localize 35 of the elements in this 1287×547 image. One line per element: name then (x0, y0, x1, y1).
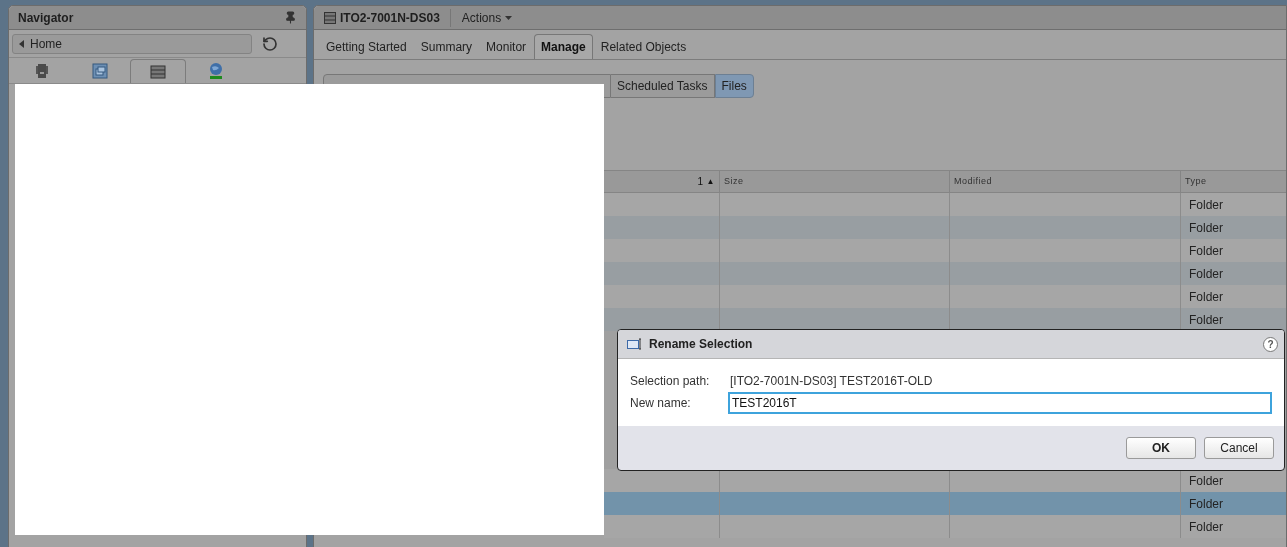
view-tab[interactable]: Related Objects (594, 34, 693, 59)
table-row[interactable]: Folder (604, 216, 1286, 239)
column-header[interactable]: Modified (950, 171, 1181, 192)
actions-menu[interactable]: Actions (461, 8, 513, 27)
table-cell-text: Folder (1189, 472, 1223, 490)
column-header[interactable]: Size (720, 171, 950, 192)
table-cell-text: Folder (1189, 196, 1223, 214)
table-row[interactable]: Folder (604, 492, 1286, 515)
table-cell-text: Folder (1189, 288, 1223, 306)
table-cell-text: Folder (1189, 311, 1223, 329)
name-input[interactable]: TEST2016T (728, 392, 1272, 414)
path-text: [ITO2-7001N-DS03] TEST2016T-OLD (730, 373, 933, 390)
sub-tab[interactable]: Scheduled Tasks (611, 74, 715, 98)
object-title: ITO2-7001N-DS03 (340, 8, 451, 27)
table-cell-text: Folder (1189, 265, 1223, 283)
table-cell-text: Folder (1189, 242, 1223, 260)
view-tab[interactable]: Getting Started (320, 34, 413, 59)
field-label: New name: (630, 395, 692, 412)
table-cell-text: Folder (1189, 495, 1223, 513)
view-tab[interactable]: Manage (534, 34, 593, 59)
ok-button[interactable]: OK (1126, 437, 1196, 459)
home-breadcrumb[interactable]: Home (12, 33, 252, 54)
help-button[interactable]: ? (1263, 336, 1278, 352)
view-tab[interactable]: Monitor (480, 34, 533, 59)
table-row[interactable]: Folder (604, 308, 1286, 331)
view-tab[interactable]: Summary (414, 34, 479, 59)
table-cell-text: Folder (1189, 219, 1223, 237)
cancel-button[interactable]: Cancel (1204, 437, 1274, 459)
dialog-title: Rename Selection (649, 336, 753, 353)
field-label: Selection path: (630, 373, 711, 390)
table-cell-text: Folder (1189, 518, 1223, 536)
sub-tab[interactable]: Files (714, 74, 754, 98)
column-header[interactable]: Type (1181, 171, 1286, 192)
table-row[interactable]: Folder (604, 262, 1286, 285)
panel-title: Navigator (18, 9, 74, 27)
